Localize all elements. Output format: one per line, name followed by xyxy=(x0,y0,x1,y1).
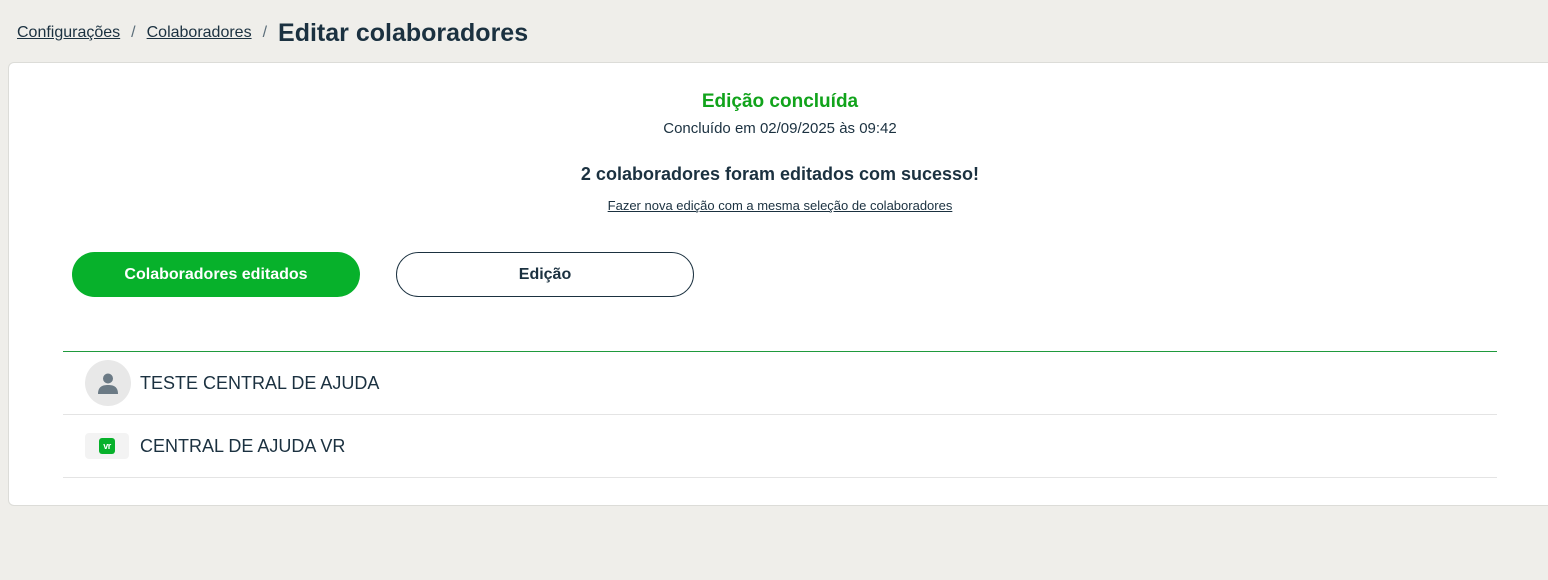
status-title: Edição concluída xyxy=(701,91,859,112)
person-icon xyxy=(85,360,131,406)
employee-name: CENTRAL DE AJUDA VR xyxy=(140,435,346,456)
vr-logo-badge: vr xyxy=(99,438,115,454)
tab-edition[interactable]: Edição xyxy=(396,252,694,297)
employee-name: TESTE CENTRAL DE AJUDA xyxy=(140,372,380,393)
breadcrumb-link-configuracoes[interactable]: Configurações xyxy=(17,24,120,42)
list-item[interactable]: TESTE CENTRAL DE AJUDA xyxy=(63,352,1497,415)
employee-list: TESTE CENTRAL DE AJUDA vr CENTRAL DE AJU… xyxy=(63,351,1497,478)
list-item[interactable]: vr CENTRAL DE AJUDA VR xyxy=(63,415,1497,478)
breadcrumb-separator: / xyxy=(262,24,268,41)
redo-link-wrapper: Fazer nova edição com a mesma seleção de… xyxy=(9,198,1548,213)
breadcrumb-separator: / xyxy=(131,24,136,41)
breadcrumb-link-colaboradores[interactable]: Colaboradores xyxy=(147,24,252,42)
completed-at-text: Concluído em 02/09/2025 às 09:42 xyxy=(663,120,897,137)
redo-edit-link[interactable]: Fazer nova edição com a mesma seleção de… xyxy=(608,198,953,213)
tab-edited-employees[interactable]: Colaboradores editados xyxy=(72,252,360,297)
breadcrumb: Configurações / Colaboradores / Editar c… xyxy=(17,16,528,50)
vr-logo-icon: vr xyxy=(85,433,129,459)
success-message: 2 colaboradores foram editados com suces… xyxy=(580,164,980,184)
page-title: Editar colaboradores xyxy=(278,18,529,47)
result-card: Edição concluída Concluído em 02/09/2025… xyxy=(8,62,1548,506)
